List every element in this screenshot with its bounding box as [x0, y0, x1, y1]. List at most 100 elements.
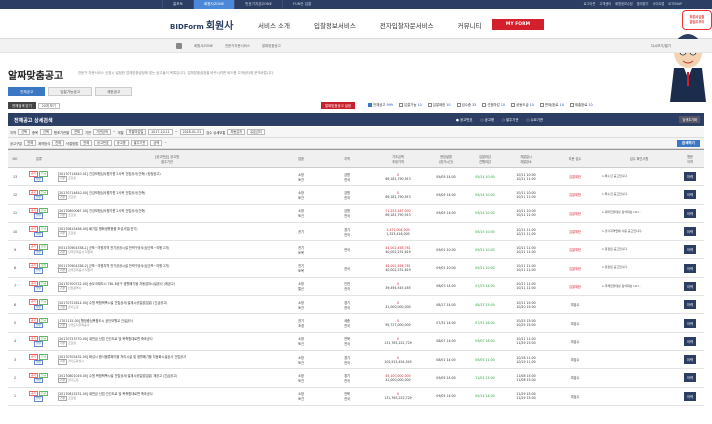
search-field2-8[interactable]: 발주기관 — [130, 140, 149, 146]
home-icon[interactable] — [176, 43, 182, 49]
search-field-3[interactable]: 선택 — [40, 129, 52, 135]
checkbox[interactable] — [511, 102, 516, 107]
status-filter-7[interactable]: 제출완료 10 — [569, 102, 593, 107]
row-title[interactable]: [20170714610-00] 건강보험심사평가원 2사옥 건립공사(건축) 기… — [56, 185, 278, 205]
crumb-3[interactable]: 알짜맞춤공고 — [262, 43, 281, 49]
history-button[interactable]: 이력 — [683, 300, 697, 310]
row-title[interactable]: [20170815231-00] 새만금 산업 간선도로 및 목축항대로변 축조… — [56, 387, 278, 406]
row-title[interactable]: [20170714610-01] 건강보험심사평가원 2사옥 건립공사(건축) … — [56, 167, 278, 187]
checkbox[interactable] — [368, 102, 372, 107]
search-field-5[interactable]: 전체 — [71, 129, 83, 135]
history-button[interactable]: 이력 — [683, 245, 697, 255]
search-field-15[interactable]: 자동감지 — [227, 129, 246, 135]
top-tab-number-zone[interactable]: 번호기지존ZONE — [234, 0, 282, 9]
table-row[interactable]: 2 공사 신규 일반 [20170801019-00] 수원 복합텍폭시설 건립공사(설… — [8, 368, 704, 388]
history-button[interactable]: 이력 — [683, 208, 697, 218]
search-field2-3[interactable]: 전체 — [52, 140, 65, 146]
util-logout[interactable]: 로그아웃 — [584, 0, 596, 9]
alert-bubble[interactable]: 회원사입찰 알림도우미 — [682, 10, 712, 30]
history-button[interactable]: 이력 — [683, 190, 697, 200]
status-filter-5[interactable]: 공동도급 10 — [511, 102, 534, 107]
util-sitemap-en[interactable]: SITEMAP — [668, 0, 682, 9]
nav-bid-info[interactable]: 입찰정보서비스 — [314, 20, 356, 30]
table-row[interactable]: 1 공사 신규 일반 [20170815231-00] 새만금 산업 간선도로 및 목축… — [8, 387, 704, 406]
custom-setting-button[interactable]: 알짜맞춤공고 설정 — [321, 102, 356, 109]
checkbox[interactable] — [539, 102, 544, 107]
search-field-16[interactable]: 유효감지 — [247, 129, 265, 135]
history-button[interactable]: 이력 — [683, 281, 697, 291]
table-row[interactable]: 13 공사 신규 일반 [20170714610-01] 건강보험심사평가원 2사옥 건… — [8, 167, 704, 187]
table-row[interactable]: 3 공사 신규 일반 [20170705432-00] 화성시 음식물류폐기물 처리시설… — [8, 350, 704, 370]
row-title[interactable]: [E01170904338-1] 군포~의왕지역 전기공공시설 전력구공사(남군… — [56, 240, 278, 260]
history-button[interactable]: 이력 — [683, 355, 697, 365]
radio-notice-name[interactable]: ○ 공고명 — [481, 117, 494, 122]
search-field2-6[interactable]: 공고번호 — [94, 140, 112, 146]
history-button[interactable]: 이력 — [683, 391, 697, 401]
search-field2-7[interactable]: 공고명 — [113, 140, 129, 146]
history-button[interactable]: 이력 — [683, 373, 697, 383]
tab-all[interactable]: 전체공고 — [8, 87, 46, 96]
history-button[interactable]: 이력 — [683, 172, 697, 182]
nav-service-intro[interactable]: 서비스 소개 — [258, 20, 290, 30]
search-field2-5[interactable]: 전체 — [80, 140, 93, 146]
search-field-7[interactable]: 기관검색 — [93, 129, 111, 135]
logo[interactable]: BIDForm 회원사 — [170, 17, 233, 32]
search-reset-button[interactable]: 검색초기화 — [679, 116, 700, 123]
row-title[interactable]: [E01170904338-2] 군포~의왕지역 전기공공시설 전력구공사(남군… — [56, 258, 278, 278]
checkbox[interactable] — [427, 102, 432, 107]
history-button[interactable]: 이력 — [683, 318, 697, 328]
status-filter-4[interactable]: 선정마감 10 — [482, 102, 505, 107]
tab-restricted[interactable]: 제한공고 — [95, 87, 133, 96]
row-title[interactable]: [20170705432-00] 화성시 음식물류폐기물 처리시설 및 생활폐기… — [56, 350, 278, 370]
tab-available[interactable]: 입찰가능공고 — [48, 87, 93, 96]
util-sitemap[interactable]: 사이트맵 — [652, 0, 664, 9]
search-field-13[interactable]: 2018-01-31 — [179, 129, 205, 135]
util-bookmark[interactable]: 즐겨찾기 — [637, 0, 649, 9]
row-title[interactable]: [20170721614-00] 수원 복합텍폭시설 건립공사(설계시공일괄입찰… — [56, 295, 278, 315]
table-row[interactable]: 11 공사 신규 일반 [20170800067-00] 건강보험심사평가원 2사옥 건… — [8, 204, 704, 223]
checkbox[interactable] — [569, 102, 574, 107]
row-title[interactable]: [20170700722-00] 송도국제도시 7BL 8공구 생활폐기물 자동… — [56, 277, 278, 297]
row-title[interactable]: [20170815456-00] 배기분 평화생활용품 조성사업(전기) 기관 조달… — [56, 222, 278, 242]
row-title[interactable]: [20170723770-00] 새만금 산업 간선도로 및 목축항대로변 축조… — [56, 332, 278, 351]
checkbox[interactable] — [482, 102, 487, 107]
util-support[interactable]: 고객센터 — [599, 0, 611, 9]
status-filter-2[interactable]: 입찰제한 10 — [427, 102, 451, 107]
history-button[interactable]: 이력 — [683, 336, 697, 346]
search-button[interactable]: 검색하기 — [676, 140, 700, 147]
my-form-button[interactable]: MY FORM — [492, 19, 544, 30]
radio-demand-org[interactable]: ○ 수요기관 — [526, 117, 543, 122]
table-row[interactable]: 10 공사 신규 일반 [20170815456-00] 배기분 평화생활용품 조성사업… — [8, 222, 704, 242]
checkbox[interactable] — [398, 102, 403, 107]
table-row[interactable]: 4 공사 신규 일반 [20170723770-00] 새만금 산업 간선도로 및 목축… — [8, 332, 704, 351]
search-field-1[interactable]: 선택 — [18, 129, 30, 135]
row-title[interactable]: [20170801019-00] 수원 복합텍폭시설 건립공사(설계시공일괄입찰… — [56, 368, 278, 388]
crumb-1[interactable]: 회원사ZONE — [194, 43, 213, 49]
table-row[interactable]: 6 공사 신규 일반 [20170721614-00] 수원 복합텍폭시설 건립공사(설… — [8, 295, 704, 315]
top-tab-home[interactable]: 홈포토 — [162, 0, 193, 9]
table-row[interactable]: 5 공사 신규 일반 [1701115-00] 행정중심복합도시 공단보행교 건설공사 기… — [8, 313, 704, 333]
status-filter-3[interactable]: 검수중 33 — [456, 102, 476, 107]
search-field2-9[interactable]: 금액 — [150, 140, 163, 146]
table-row[interactable]: 8 공사 정정 일반 [E01170904338-2] 군포~의왕지역 전기공공시설 전… — [8, 258, 704, 278]
checkbox[interactable] — [456, 102, 461, 107]
history-button[interactable]: 이력 — [683, 227, 697, 237]
table-row[interactable]: 9 공사 정정 일반 [E01170904338-1] 군포~의왕지역 전기공공시설 전… — [8, 240, 704, 260]
table-row[interactable]: 7 공사 신규 일반 [20170700722-00] 송도국제도시 7BL 8공구 생… — [8, 277, 704, 297]
per-page-select[interactable]: 20개 보기 — [37, 102, 60, 109]
crumb-2[interactable]: 전문가자문서비스 — [225, 43, 250, 49]
util-profile[interactable]: 회원정보수정 — [615, 0, 633, 9]
top-tab-member-zone[interactable]: 회원사ZONE — [192, 0, 235, 9]
table-row[interactable]: 12 공사 신규 일반 [20170714610-00] 건강보험심사평가원 2사옥 건… — [8, 185, 704, 205]
top-tab-fun-bid[interactable]: FUN안 입찰 — [281, 0, 321, 9]
search-field2-1[interactable]: 전체 — [24, 140, 37, 146]
row-title[interactable]: [20170800067-00] 건강보험심사평가원 2사옥 건립공사(건축) 기… — [56, 204, 278, 223]
open-toggle[interactable]: 다시보기/열기 — [651, 43, 671, 48]
search-field-11[interactable]: 2017-10-11 — [148, 129, 173, 135]
radio-notice-no[interactable]: ● 공고번호 — [456, 117, 473, 122]
close-all-button[interactable]: 전체검색 닫기 — [8, 102, 36, 109]
search-field-10[interactable]: 투찰마감일 — [125, 129, 147, 135]
status-filter-0[interactable]: 전체공고 999 — [368, 102, 393, 107]
status-filter-6[interactable]: 면제/완료 10 — [539, 102, 564, 107]
status-filter-1[interactable]: 입찰가능 10 — [398, 102, 422, 107]
